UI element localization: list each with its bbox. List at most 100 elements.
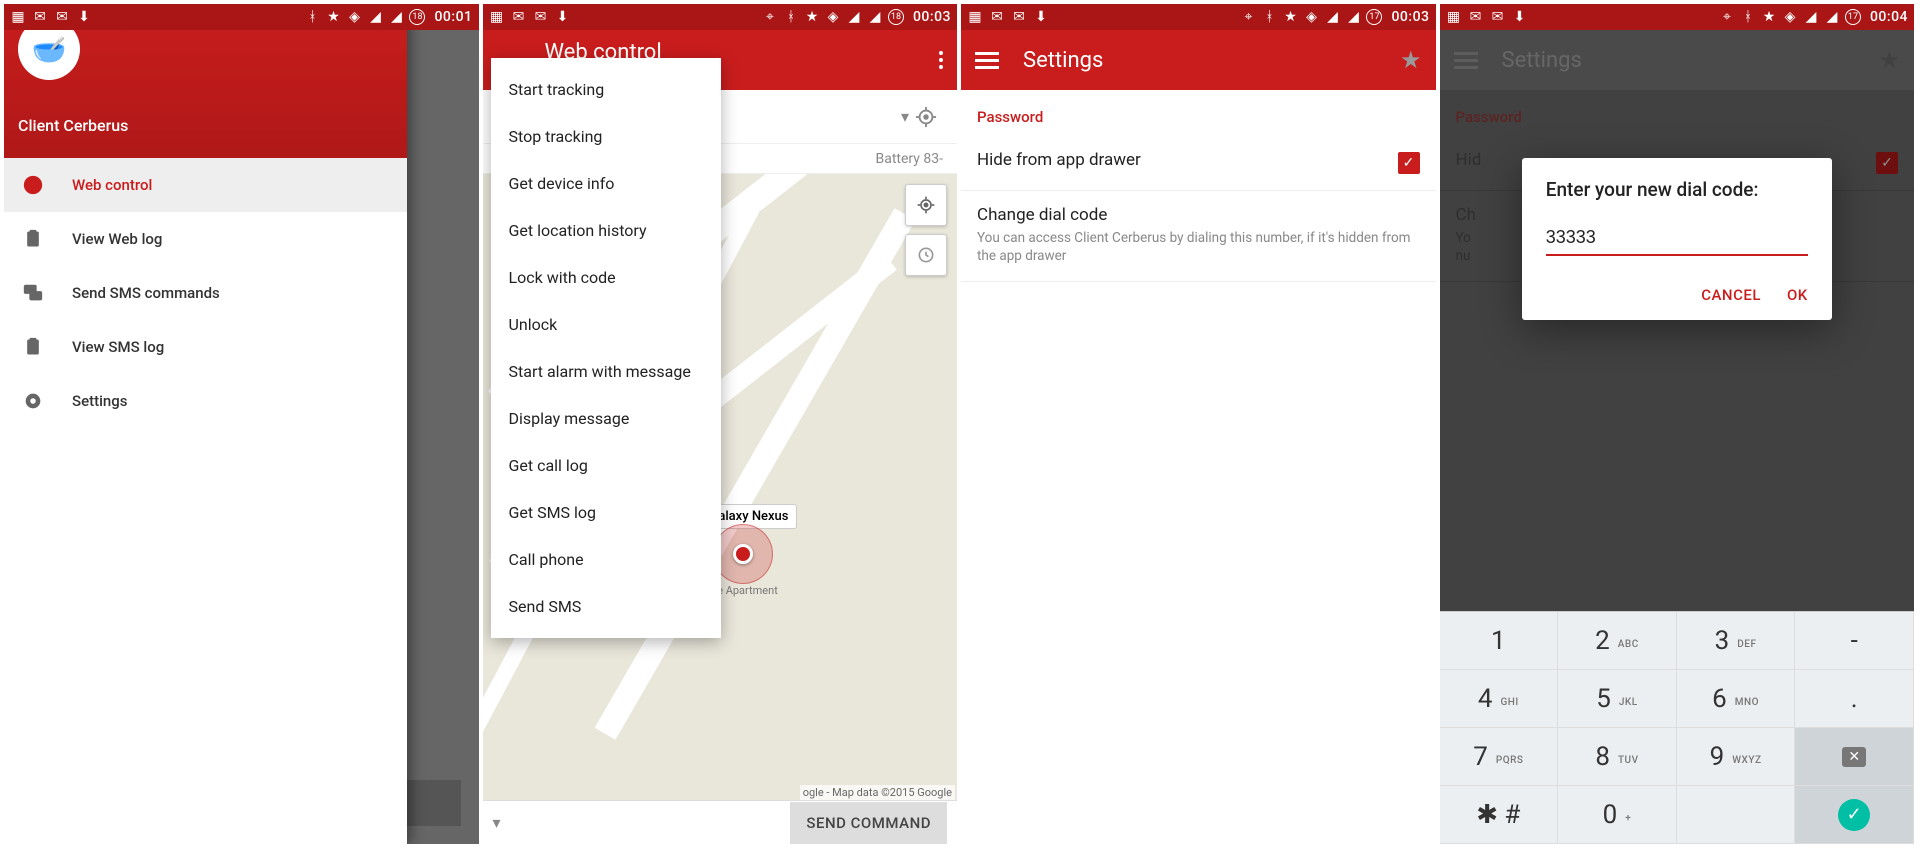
key-digit: 2 [1595, 626, 1610, 656]
location-icon: ⌖ [1719, 9, 1735, 25]
key-6[interactable]: 6MNO [1677, 670, 1796, 728]
msg-icon: ✉ [1011, 9, 1027, 25]
overflow-menu-icon[interactable] [939, 51, 943, 69]
drawer-item-label: Send SMS commands [72, 284, 220, 302]
star-icon: ★ [1761, 9, 1777, 25]
key-4[interactable]: 4GHI [1440, 670, 1559, 728]
locate-icon[interactable] [909, 100, 943, 134]
send-command-button[interactable]: SEND COMMAND [790, 802, 947, 844]
section-password: Password [961, 90, 1436, 136]
bluetooth-icon: ᚼ [304, 9, 320, 25]
bluetooth-icon: ᚼ [1740, 9, 1756, 25]
download-icon: ⬇ [1512, 9, 1528, 25]
clipboard-icon [22, 336, 44, 358]
map-history-button[interactable] [905, 234, 947, 276]
hamburger-icon[interactable] [975, 52, 999, 69]
dial-code-input[interactable] [1546, 223, 1808, 256]
key-9[interactable]: 9 WXYZ [1677, 728, 1796, 786]
menu-item-get-device-info[interactable]: Get device info [491, 160, 721, 207]
map-marker[interactable] [713, 524, 773, 584]
shield-icon: ◈ [825, 9, 841, 25]
menu-item-get-sms-log[interactable]: Get SMS log [491, 489, 721, 536]
menu-item-display-message[interactable]: Display message [491, 395, 721, 442]
key-sym[interactable]: . [1795, 670, 1914, 728]
key-1[interactable]: 1 [1440, 612, 1559, 670]
key-done[interactable]: ✓ [1795, 786, 1914, 844]
key-sublabel: PQRS [1496, 755, 1524, 766]
signal-icon: ◢ [1345, 9, 1361, 25]
key-digit: . [1851, 684, 1858, 714]
clock: 00:03 [1391, 9, 1429, 25]
battery-badge: 17 [1845, 9, 1861, 25]
clipboard-icon [22, 228, 44, 250]
key-digit: 6 [1712, 684, 1727, 714]
cancel-button[interactable]: CANCEL [1701, 286, 1761, 304]
key-digit: 3 [1715, 626, 1730, 656]
status-bar: ▦ ✉ ✉ ⬇ ⌖ ᚼ ★ ◈ ◢ ◢ 18 00:03 [483, 4, 958, 30]
ok-button[interactable]: OK [1787, 286, 1808, 304]
drawer-item-settings[interactable]: Settings [4, 374, 407, 428]
key-backspace[interactable]: ✕ [1795, 728, 1914, 786]
key-2[interactable]: 2 ABC [1558, 612, 1677, 670]
bluetooth-icon: ᚼ [1261, 9, 1277, 25]
msg-icon: ✉ [533, 9, 549, 25]
key-digit: 9 [1710, 742, 1725, 772]
key-empty [1677, 786, 1796, 844]
key-3[interactable]: 3DEF [1677, 612, 1796, 670]
drawer-item-send-sms-commands[interactable]: Send SMS commands [4, 266, 407, 320]
key-sublabel: GHI [1501, 697, 1519, 708]
star-icon[interactable]: ★ [1400, 46, 1422, 74]
image-icon: ▦ [1446, 9, 1462, 25]
drawer-item-view-web-log[interactable]: View Web log [4, 212, 407, 266]
status-bar: ▦ ✉ ✉ ⬇ ⌖ ᚼ ★ ◈ ◢ ◢ 17 00:03 [961, 4, 1436, 30]
map-locate-button[interactable] [905, 184, 947, 226]
drawer-item-web-control[interactable]: Web control [4, 158, 407, 212]
battery-badge: 18 [409, 9, 425, 25]
key-5[interactable]: 5JKL [1558, 670, 1677, 728]
menu-item-start-alarm-with-message[interactable]: Start alarm with message [491, 348, 721, 395]
command-bar: ▾ SEND COMMAND [483, 800, 958, 844]
mail-icon: ✉ [32, 9, 48, 25]
key-8[interactable]: 8TUV [1558, 728, 1677, 786]
clock: 00:04 [1870, 9, 1908, 25]
status-bar: ▦ ✉ ✉ ⬇ ⌖ ᚼ ★ ◈ ◢ ◢ 17 00:04 [1440, 4, 1915, 30]
wifi-icon: ◢ [1324, 9, 1340, 25]
mail-icon: ✉ [989, 9, 1005, 25]
menu-item-get-location-history[interactable]: Get location history [491, 207, 721, 254]
menu-item-stop-tracking[interactable]: Stop tracking [491, 113, 721, 160]
wifi-icon: ◢ [367, 9, 383, 25]
key-0[interactable]: 0+ [1558, 786, 1677, 844]
shield-icon: ◈ [1782, 9, 1798, 25]
key-sym[interactable]: - [1795, 612, 1914, 670]
key-sublabel: WXYZ [1732, 755, 1761, 766]
signal-icon: ◢ [1824, 9, 1840, 25]
key-sublabel: JKL [1619, 697, 1638, 708]
image-icon: ▦ [967, 9, 983, 25]
checkbox-checked-icon[interactable]: ✓ [1398, 152, 1420, 174]
globe-icon [22, 174, 44, 196]
screen-1-drawer: ▦ ✉ ✉ ⬇ ᚼ ★ ◈ ◢ ◢ 18 00:01 🥣 Client Cerb… [4, 4, 483, 844]
shield-icon: ◈ [346, 9, 362, 25]
numeric-keypad: 1 2 ABC 3DEF- 4GHI5JKL6MNO. 7PQRS8TUV 9 WXYZ ✕ ✱ … [1440, 611, 1915, 844]
key-symsymsym[interactable]: ✱ # [1440, 786, 1559, 844]
mail-icon: ✉ [511, 9, 527, 25]
key-7[interactable]: 7PQRS [1440, 728, 1559, 786]
menu-item-unlock[interactable]: Unlock [491, 301, 721, 348]
menu-item-call-phone[interactable]: Call phone [491, 536, 721, 583]
battery-badge: 18 [888, 9, 904, 25]
key-sublabel: ABC [1618, 639, 1639, 650]
signal-icon: ◢ [388, 9, 404, 25]
pref-hide-from-drawer[interactable]: Hide from app drawer ✓ [961, 136, 1436, 191]
drawer-item-view-sms-log[interactable]: View SMS log [4, 320, 407, 374]
battery-badge: 17 [1366, 9, 1382, 25]
menu-item-send-sms[interactable]: Send SMS [491, 583, 721, 630]
location-icon: ⌖ [762, 9, 778, 25]
dropdown-icon[interactable]: ▾ [493, 813, 501, 832]
download-icon: ⬇ [76, 9, 92, 25]
dropdown-icon: ▾ [901, 107, 909, 126]
menu-item-lock-with-code[interactable]: Lock with code [491, 254, 721, 301]
menu-item-start-tracking[interactable]: Start tracking [491, 66, 721, 113]
pref-change-dial-code[interactable]: Change dial code You can access Client C… [961, 191, 1436, 282]
menu-item-get-call-log[interactable]: Get call log [491, 442, 721, 489]
gear-icon [22, 390, 44, 412]
